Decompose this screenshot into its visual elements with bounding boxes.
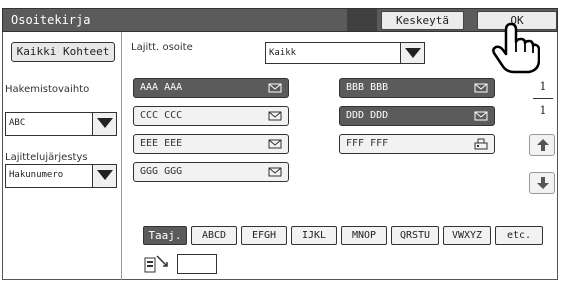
- chevron-down-icon: [92, 165, 116, 187]
- total-pages: 1: [539, 104, 547, 117]
- sort-order-dropdown[interactable]: Hakunumero: [5, 164, 117, 188]
- address-name: GGG GGG: [140, 166, 183, 177]
- sort-order-value: Hakunumero: [9, 170, 64, 180]
- address-name: CCC CCC: [140, 110, 183, 121]
- email-icon: [268, 166, 282, 185]
- address-button[interactable]: EEE EEE: [133, 134, 289, 154]
- pointer-hand-icon: [490, 22, 541, 77]
- index-tab[interactable]: etc.: [495, 226, 543, 245]
- chevron-down-icon: [92, 113, 116, 135]
- index-tab[interactable]: VWXYZ: [443, 226, 491, 245]
- address-name: DDD DDD: [346, 110, 389, 121]
- title-bar-segment: [347, 9, 377, 31]
- panel-divider: [121, 32, 122, 280]
- address-button[interactable]: FFF FFF: [339, 134, 495, 154]
- search-switch-label: Hakemistovaihto: [5, 84, 90, 95]
- address-button[interactable]: BBB BBB: [339, 78, 495, 98]
- search-switch-value: ABC: [9, 118, 26, 128]
- index-tab[interactable]: IJKL: [291, 226, 337, 245]
- scroll-down-button[interactable]: [529, 172, 555, 194]
- index-tab[interactable]: EFGH: [241, 226, 287, 245]
- fax-icon: [474, 138, 488, 157]
- direct-entry-input[interactable]: [177, 254, 217, 274]
- arrow-down-icon: [537, 177, 549, 189]
- address-name: EEE EEE: [140, 138, 183, 149]
- address-name: BBB BBB: [346, 82, 389, 93]
- address-button[interactable]: GGG GGG: [133, 162, 289, 182]
- address-book-panel: Kaikki Kohteet Hakemistovaihto ABC Lajit…: [2, 32, 558, 280]
- current-page: 1: [539, 80, 547, 93]
- index-tab[interactable]: ABCD: [191, 226, 237, 245]
- arrow-up-icon: [537, 139, 549, 151]
- title-bar: Osoitekirja Keskeytä OK: [2, 8, 558, 32]
- index-tab[interactable]: QRSTU: [391, 226, 439, 245]
- email-icon: [474, 82, 488, 101]
- cancel-button[interactable]: Keskeytä: [381, 11, 464, 30]
- address-button[interactable]: DDD DDD: [339, 106, 495, 126]
- index-tab[interactable]: MNOP: [341, 226, 387, 245]
- email-icon: [474, 110, 488, 129]
- address-name: AAA AAA: [140, 82, 183, 93]
- address-name: FFF FFF: [346, 138, 389, 149]
- page-separator: [533, 98, 553, 99]
- chevron-down-icon: [400, 43, 424, 63]
- address-button[interactable]: AAA AAA: [133, 78, 289, 98]
- window-title: Osoitekirja: [11, 13, 91, 27]
- all-destinations-button[interactable]: Kaikki Kohteet: [11, 42, 115, 62]
- search-switch-dropdown[interactable]: ABC: [5, 112, 117, 136]
- index-tab[interactable]: Taaj.: [143, 226, 187, 245]
- direct-entry-icon: [143, 252, 173, 277]
- email-icon: [268, 110, 282, 129]
- address-filter-value: Kaikk: [269, 48, 297, 58]
- address-filter-label: Lajitt. osoite: [131, 42, 193, 53]
- address-filter-dropdown[interactable]: Kaikk: [265, 42, 425, 64]
- sort-order-label: Lajittelujärjestys: [5, 152, 88, 163]
- email-icon: [268, 138, 282, 157]
- scroll-up-button[interactable]: [529, 134, 555, 156]
- email-icon: [268, 82, 282, 101]
- address-button[interactable]: CCC CCC: [133, 106, 289, 126]
